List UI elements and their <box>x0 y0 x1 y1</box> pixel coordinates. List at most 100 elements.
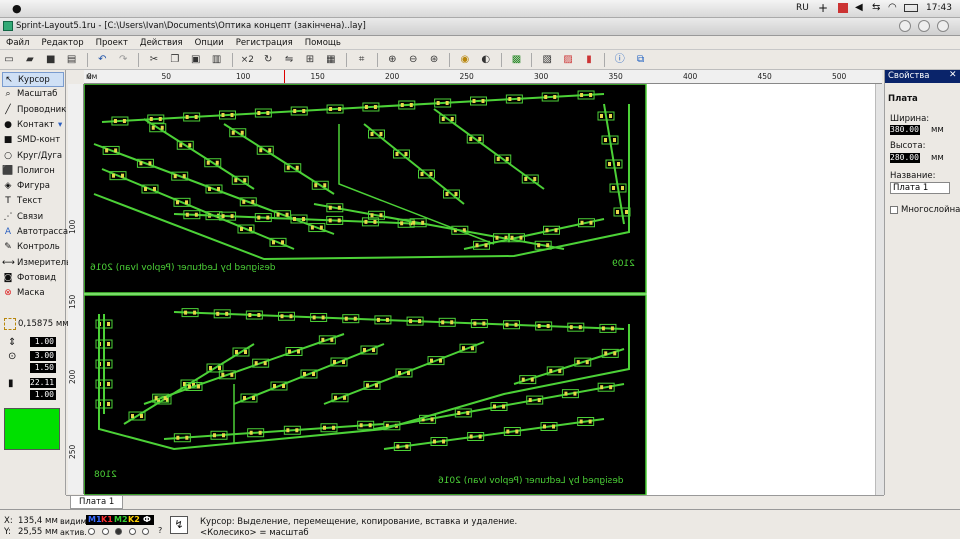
macro-icon[interactable]: ⊛ <box>426 52 442 68</box>
width-value[interactable]: 380.00 <box>890 125 920 135</box>
menu-registration[interactable]: Регистрация <box>230 36 299 50</box>
layer-radio[interactable] <box>115 528 122 535</box>
export-icon[interactable]: ▮ <box>581 52 597 68</box>
layer-outline[interactable]: Ф <box>143 515 151 524</box>
menu-edit[interactable]: Редактор <box>35 36 89 50</box>
chevron-down-icon[interactable]: ▾ <box>58 120 62 130</box>
align-icon[interactable]: ⊞ <box>302 52 318 68</box>
maximize-button[interactable] <box>918 20 930 32</box>
layer-radio[interactable] <box>88 528 95 535</box>
open-file-icon[interactable]: ▰ <box>22 52 38 68</box>
group-icon[interactable]: ▦ <box>323 52 339 68</box>
save-icon[interactable]: ■ <box>43 52 59 68</box>
tool-label: Связи <box>17 211 44 222</box>
battery-icon[interactable] <box>904 4 918 12</box>
unlock-icon[interactable]: ⊖ <box>405 52 421 68</box>
drill-icon[interactable]: ▨ <box>560 52 576 68</box>
close-panel-icon[interactable]: ✕ <box>949 70 957 80</box>
pad-outer-value[interactable]: 3.00 <box>30 351 56 361</box>
tool-text[interactable]: T Текст <box>2 194 64 209</box>
apple-icon[interactable]: ● <box>12 2 22 15</box>
pad-inner-value[interactable]: 1.50 <box>30 363 56 373</box>
wifi-icon[interactable]: ◠ <box>888 2 897 13</box>
close-button[interactable] <box>937 20 949 32</box>
duplicate-button[interactable]: ×2 <box>239 52 255 68</box>
grid-value[interactable]: 0,15875 мм <box>18 319 69 329</box>
layer-radio[interactable] <box>101 528 109 535</box>
tab-board-1[interactable]: Плата 1 <box>70 496 124 509</box>
layer-radio[interactable] <box>142 528 149 535</box>
smd-height-value[interactable]: 1.00 <box>30 390 56 400</box>
height-value[interactable]: 280.00 <box>890 153 920 163</box>
help-icon[interactable]: ? <box>158 526 162 535</box>
language-indicator[interactable]: RU <box>796 3 809 13</box>
layer-k2[interactable]: K2 <box>128 515 140 524</box>
zoom-icon[interactable]: ◉ <box>457 52 473 68</box>
tool-zoom[interactable]: ⌕ Масштаб <box>2 87 64 102</box>
smd-pad <box>482 321 486 326</box>
gerber-icon[interactable]: ▧ <box>539 52 555 68</box>
rotate-icon[interactable]: ↻ <box>260 52 276 68</box>
delete-icon[interactable]: ▥ <box>209 52 225 68</box>
tool-photoview[interactable]: ◙ Фотовид <box>2 271 64 286</box>
print-icon[interactable]: ▤ <box>64 52 80 68</box>
tool-mask[interactable]: ⊗ Маска <box>2 286 64 301</box>
layer-radio[interactable] <box>128 528 136 535</box>
smd-pad <box>441 320 445 325</box>
tool-measure[interactable]: ⟷ Измеритель <box>2 256 71 271</box>
tool-circle[interactable]: ○ Круг/Дуга <box>2 149 64 164</box>
layer-m1[interactable]: M1 <box>88 515 102 524</box>
pcb-canvas[interactable]: designed by Ledtuner (Peplov Ivan) 2016 … <box>84 84 882 495</box>
info-icon[interactable]: ⓘ <box>612 52 628 68</box>
tool-cursor[interactable]: ↖ Курсор <box>2 72 64 87</box>
tool-track[interactable]: ╱ Проводник <box>2 103 66 118</box>
lock-icon[interactable]: ⊕ <box>384 52 400 68</box>
component-icon[interactable]: ⌗ <box>354 52 370 68</box>
smd-width-value[interactable]: 22.11 <box>30 378 56 388</box>
board-name-input[interactable] <box>890 182 950 194</box>
connect-icon[interactable]: ⧉ <box>633 52 649 68</box>
tool-shape[interactable]: ◈ Фигура <box>2 179 64 194</box>
flag-icon[interactable] <box>838 3 848 13</box>
tool-test[interactable]: ✎ Контроль <box>2 240 64 255</box>
track-width-value[interactable]: 1.00 <box>30 337 56 347</box>
layer-color-swatch[interactable] <box>4 408 60 450</box>
view-icon[interactable]: ◐ <box>478 52 494 68</box>
menu-help[interactable]: Помощь <box>299 36 347 50</box>
clock[interactable]: 17:43 <box>926 3 952 13</box>
paste-icon[interactable]: ▣ <box>188 52 204 68</box>
add-icon[interactable]: + <box>818 1 828 15</box>
tool-pad[interactable]: ● Контакт ▾ <box>2 118 64 133</box>
tool-autoroute[interactable]: A Автотрасса <box>2 225 68 240</box>
tool-smd[interactable]: ■ SMD-конт <box>2 133 64 148</box>
menu-actions[interactable]: Действия <box>134 36 189 50</box>
grid-icon[interactable] <box>4 318 16 330</box>
tool-connection[interactable]: ⋰ Связи <box>2 210 64 225</box>
smd-pad <box>505 157 509 161</box>
layer-k1[interactable]: K1 <box>101 515 113 524</box>
smd-pad <box>430 358 433 363</box>
smd-pad <box>259 148 263 153</box>
tool-label: Фигура <box>17 181 50 192</box>
mirror-icon[interactable]: ⇋ <box>281 52 297 68</box>
menu-file[interactable]: Файл <box>0 36 35 50</box>
smd-pad <box>409 319 413 324</box>
new-file-icon[interactable]: ▭ <box>1 52 17 68</box>
multilayer-checkbox[interactable] <box>890 206 898 214</box>
volume-icon[interactable]: ◀ <box>855 2 863 13</box>
copy-icon[interactable]: ❐ <box>167 52 183 68</box>
cut-icon[interactable]: ✂ <box>146 52 162 68</box>
menu-options[interactable]: Опции <box>189 36 230 50</box>
drc-icon[interactable]: ▩ <box>509 52 525 68</box>
redo-icon[interactable]: ↷ <box>115 52 131 68</box>
minimize-button[interactable] <box>899 20 911 32</box>
smd-pad <box>353 316 357 321</box>
tool-label: Масштаб <box>17 89 58 100</box>
menu-project[interactable]: Проект <box>90 36 134 50</box>
undo-icon[interactable]: ↶ <box>94 52 110 68</box>
vertical-scrollbar[interactable] <box>875 84 884 495</box>
layer-m2[interactable]: M2 <box>114 515 128 524</box>
tool-polygon[interactable]: ⬛ Полигон <box>2 164 64 179</box>
sync-icon[interactable]: ⇆ <box>872 2 880 13</box>
smd-pad <box>252 396 255 400</box>
